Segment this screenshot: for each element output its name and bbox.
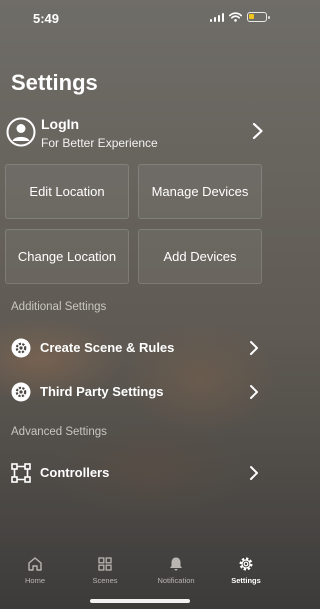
edit-location-button[interactable]: Edit Location (5, 164, 129, 219)
bell-icon (170, 557, 182, 571)
tab-home[interactable]: Home (5, 548, 65, 588)
gear-icon (239, 557, 253, 571)
menu-item-label: Controllers (40, 465, 110, 480)
status-icons (209, 12, 270, 22)
section-label-advanced: Advanced Settings (11, 426, 107, 438)
login-row[interactable]: LogIn For Better Experience (6, 114, 268, 154)
tab-settings[interactable]: Settings (216, 548, 276, 588)
tab-notification[interactable]: Notification (146, 548, 206, 588)
tab-scenes[interactable]: Scenes (75, 548, 135, 588)
cellular-signal-icon (209, 12, 224, 22)
chevron-right-icon (250, 466, 258, 480)
manage-devices-button[interactable]: Manage Devices (138, 164, 262, 219)
status-time: 5:49 (33, 11, 60, 26)
menu-item-create-scene-rules[interactable]: Create Scene & Rules (11, 333, 265, 363)
change-location-button[interactable]: Change Location (5, 229, 129, 284)
battery-level (249, 14, 254, 20)
section-label-additional: Additional Settings (11, 301, 107, 313)
status-bar: 5:49 (0, 0, 281, 36)
user-circle-icon (6, 117, 36, 147)
tab-label: Scenes (92, 576, 118, 585)
chevron-right-icon (250, 341, 258, 355)
tab-label: Settings (231, 576, 261, 585)
menu-item-label: Third Party Settings (40, 384, 164, 399)
page-title: Settings (11, 70, 98, 95)
menu-item-third-party-settings[interactable]: Third Party Settings (11, 377, 265, 407)
menu-item-label: Create Scene & Rules (40, 340, 175, 355)
scene-icon (11, 338, 31, 358)
grid-icon (98, 557, 112, 571)
controllers-icon (11, 463, 31, 483)
login-title: LogIn (41, 116, 80, 132)
chevron-right-icon (252, 122, 263, 140)
home-icon (28, 557, 42, 571)
chevron-right-icon (250, 385, 258, 399)
home-indicator (90, 599, 190, 603)
third-party-icon (11, 382, 31, 402)
battery-icon (247, 12, 270, 22)
tab-bar: Home Scenes Notification Settings (0, 548, 281, 588)
add-devices-button[interactable]: Add Devices (138, 229, 262, 284)
tab-label: Notification (157, 576, 195, 585)
login-subtitle: For Better Experience (41, 136, 158, 150)
tab-label: Home (24, 576, 45, 585)
wifi-icon (229, 12, 242, 22)
menu-item-controllers[interactable]: Controllers (11, 458, 265, 488)
